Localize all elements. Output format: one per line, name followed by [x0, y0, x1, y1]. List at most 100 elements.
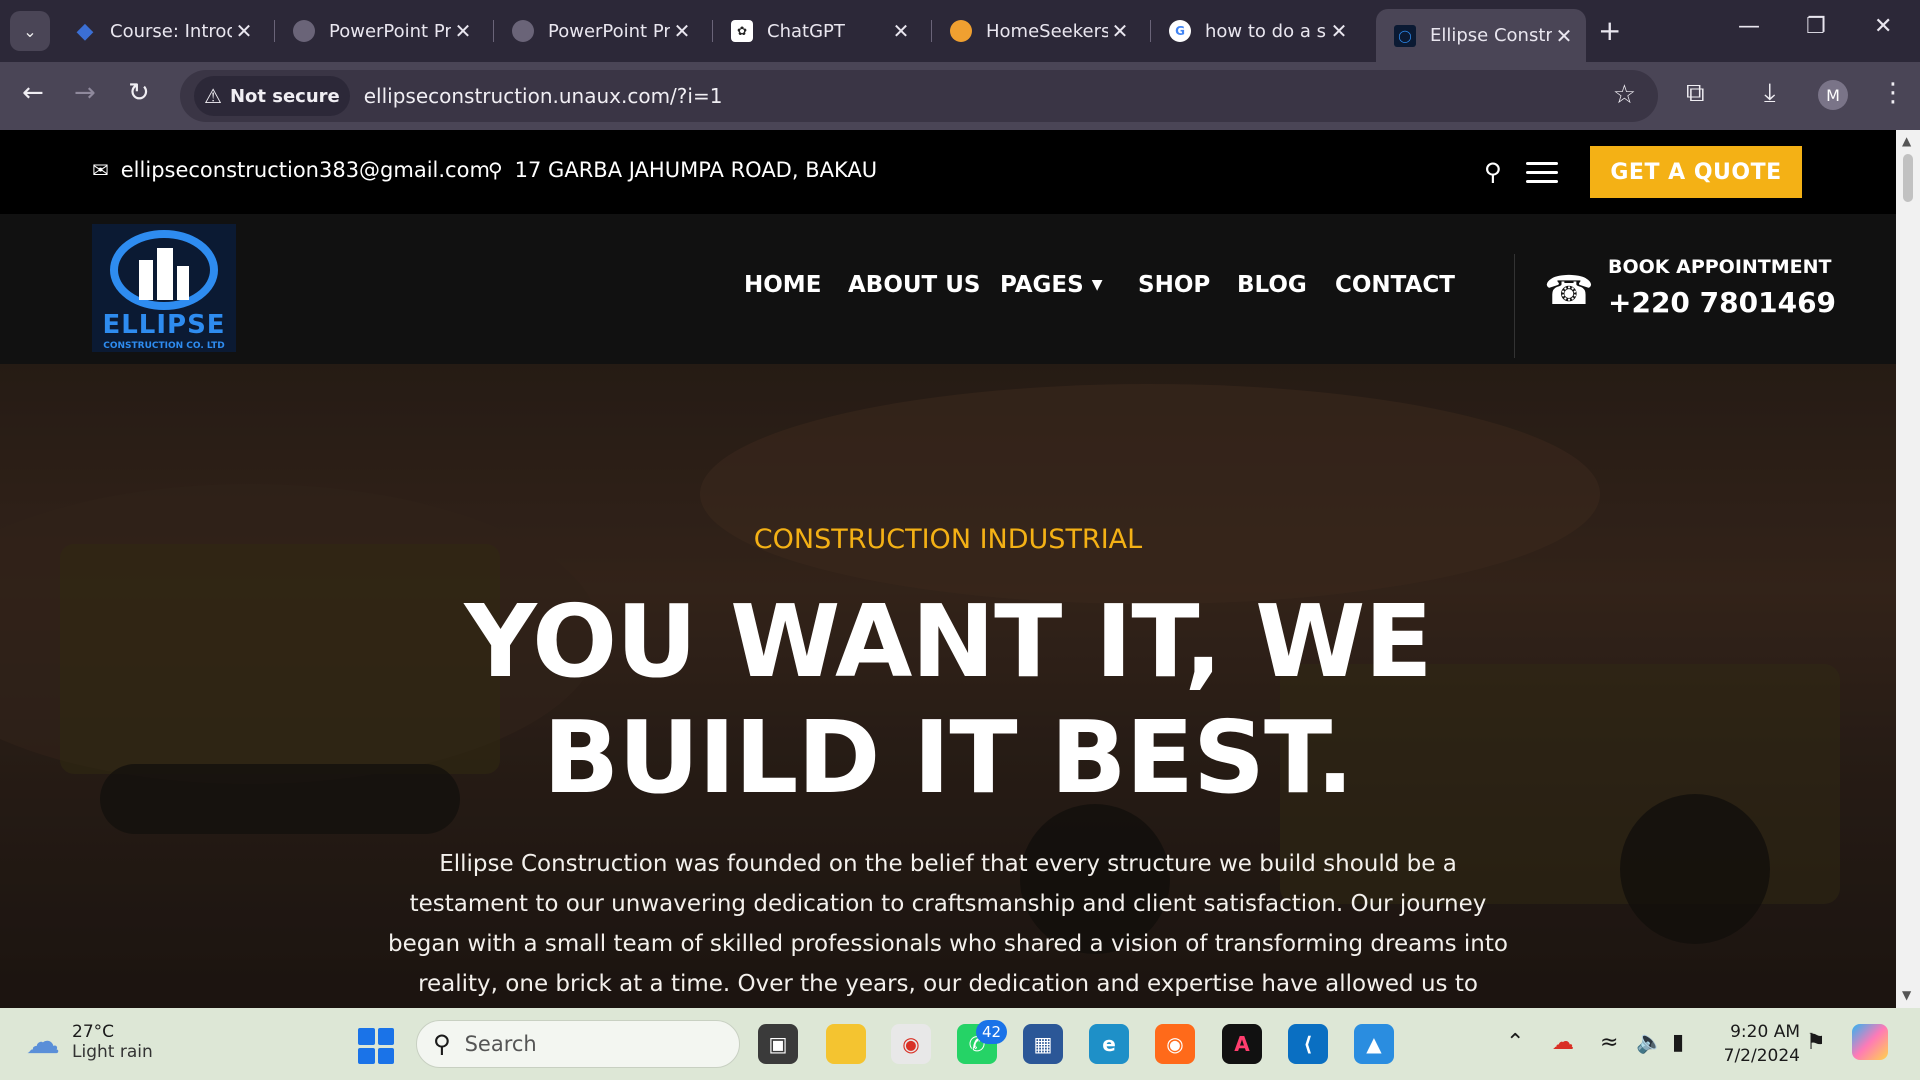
restore-icon[interactable]: ❐ — [1806, 14, 1826, 39]
nav-about-us[interactable]: ABOUT US — [848, 272, 981, 298]
hero-section: CONSTRUCTION INDUSTRIAL YOU WANT IT, WE … — [0, 364, 1896, 1008]
tab-homeseekers[interactable]: HomeSeekers ✕ — [932, 9, 1142, 53]
address-bar[interactable]: ⚠ Not secure ellipseconstruction.unaux.c… — [180, 70, 1658, 122]
profile-avatar[interactable]: M — [1818, 80, 1848, 110]
wifi-icon[interactable]: ≈ — [1600, 1030, 1618, 1055]
tab-ellipse-active[interactable]: ◯ Ellipse Constr ✕ — [1376, 9, 1586, 62]
extensions-icon[interactable]: ⧉ — [1686, 78, 1705, 109]
globe-icon — [512, 20, 534, 42]
nav-shop[interactable]: SHOP — [1138, 272, 1210, 298]
caret-down-icon: ▼ — [1091, 277, 1103, 293]
firefox-icon[interactable]: ◉ — [1155, 1024, 1195, 1064]
search-icon: ⚲ — [433, 1030, 451, 1058]
get-a-quote-button[interactable]: GET A QUOTE — [1590, 146, 1802, 198]
nav-divider — [1514, 254, 1515, 358]
chrome-icon[interactable]: ◉ — [891, 1024, 931, 1064]
forward-icon[interactable]: → — [74, 78, 96, 108]
tab-chatgpt[interactable]: ✿ ChatGPT ✕ — [713, 9, 923, 53]
bookmark-star-icon[interactable]: ☆ — [1613, 80, 1636, 110]
security-indicator[interactable]: ⚠ Not secure — [194, 76, 350, 116]
tab-title: Ellipse Constr — [1430, 25, 1552, 46]
tab-title: Course: Introd — [110, 20, 232, 42]
hero-headline-line2: BUILD IT BEST. — [543, 699, 1354, 816]
minimize-icon[interactable]: — — [1738, 14, 1760, 39]
url-text[interactable]: ellipseconstruction.unaux.com/?i=1 — [364, 84, 723, 108]
vscode-icon[interactable]: ⟨ — [1288, 1024, 1328, 1064]
tab-powerpoint-1[interactable]: PowerPoint Pr ✕ — [275, 9, 485, 53]
logo-name: ELLIPSE — [102, 310, 226, 340]
nav-blog[interactable]: BLOG — [1237, 272, 1307, 298]
tab-powerpoint-2[interactable]: PowerPoint Pr ✕ — [494, 9, 704, 53]
tab-title: PowerPoint Pr — [329, 20, 451, 42]
hero-paragraph: Ellipse Construction was founded on the … — [388, 851, 1508, 997]
weather-widget[interactable]: ☁ 27°C Light rain — [26, 1022, 153, 1062]
nav-contact[interactable]: CONTACT — [1335, 272, 1455, 298]
browser-tab-strip: ⌄ ◆ Course: Introd ✕ PowerPoint Pr ✕ Pow… — [0, 0, 1920, 62]
close-tab-icon[interactable]: ✕ — [889, 19, 913, 43]
chevron-down-icon: ⌄ — [23, 21, 37, 41]
main-navbar: ELLIPSE CONSTRUCTION CO. LTD HOME ABOUT … — [0, 214, 1896, 364]
tab-title: HomeSeekers — [986, 20, 1108, 42]
adobe-express-icon[interactable]: A — [1222, 1024, 1262, 1064]
close-tab-icon[interactable]: ✕ — [1552, 24, 1576, 48]
whatsapp-badge: 42 — [976, 1020, 1008, 1044]
system-clock[interactable]: 9:20 AM 7/2/2024 — [1716, 1020, 1800, 1068]
copilot-icon[interactable] — [1852, 1024, 1888, 1060]
chatgpt-icon: ✿ — [731, 20, 753, 42]
location-pin-icon: ⚲ — [488, 158, 503, 182]
page-scrollbar[interactable]: ▲ ▼ — [1896, 130, 1920, 1008]
phone-icon: ☎ — [1544, 268, 1594, 314]
close-tab-icon[interactable]: ✕ — [451, 19, 475, 43]
download-icon[interactable]: ⤓ — [1764, 78, 1776, 109]
diamond-icon: ◆ — [76, 18, 94, 44]
close-tab-icon[interactable]: ✕ — [1327, 19, 1351, 43]
tab-google-search[interactable]: G how to do a s ✕ — [1151, 9, 1361, 53]
close-window-icon[interactable]: ✕ — [1874, 14, 1892, 39]
hamburger-menu-icon[interactable] — [1526, 162, 1558, 189]
nav-home[interactable]: HOME — [744, 272, 821, 298]
not-secure-label: Not secure — [229, 85, 340, 107]
new-tab-icon[interactable]: + — [1598, 14, 1621, 47]
phone-number[interactable]: +220 7801469 — [1608, 286, 1836, 319]
close-tab-icon[interactable]: ✕ — [1108, 19, 1132, 43]
volume-icon[interactable]: 🔈 — [1636, 1030, 1663, 1055]
hero-headline: YOU WANT IT, WE BUILD IT BEST. — [0, 584, 1896, 816]
contact-email[interactable]: ✉ ellipseconstruction383@gmail.com — [92, 158, 490, 182]
scrollbar-thumb[interactable] — [1903, 154, 1913, 202]
nav-pages[interactable]: PAGES ▼ — [1000, 272, 1102, 298]
clock-date: 7/2/2024 — [1723, 1046, 1800, 1066]
windows-taskbar: ☁ 27°C Light rain ⚲ Search ▣ ◉ ✆ 42 ▦ e … — [0, 1008, 1920, 1080]
back-icon[interactable]: ← — [22, 78, 44, 108]
close-tab-icon[interactable]: ✕ — [670, 19, 694, 43]
notification-bell-icon[interactable]: ⚑ — [1806, 1030, 1826, 1055]
more-menu-icon[interactable]: ⋮ — [1880, 78, 1906, 108]
scroll-down-icon[interactable]: ▼ — [1902, 988, 1911, 1002]
file-explorer-icon[interactable] — [826, 1024, 866, 1064]
taskbar-search[interactable]: ⚲ Search — [416, 1020, 740, 1068]
search-label: Search — [464, 1032, 537, 1056]
task-view-icon[interactable]: ▣ — [758, 1024, 798, 1064]
email-text: ellipseconstruction383@gmail.com — [120, 158, 490, 182]
globe-icon — [293, 20, 315, 42]
homeseekers-icon — [950, 20, 972, 42]
ellipse-icon: ◯ — [1394, 24, 1416, 47]
battery-icon[interactable]: ▮ — [1672, 1030, 1684, 1055]
onedrive-error-icon[interactable]: ☁ — [1552, 1030, 1574, 1055]
site-logo[interactable]: ELLIPSE CONSTRUCTION CO. LTD — [92, 224, 236, 352]
rain-cloud-icon: ☁ — [26, 1022, 60, 1062]
search-icon[interactable]: ⚲ — [1484, 158, 1502, 186]
tab-search-button[interactable]: ⌄ — [10, 11, 50, 51]
warning-icon: ⚠ — [204, 84, 222, 108]
tab-course[interactable]: ◆ Course: Introd ✕ — [56, 9, 266, 53]
web-page: ✉ ellipseconstruction383@gmail.com ⚲ 17 … — [0, 130, 1896, 1008]
start-button[interactable] — [358, 1028, 394, 1064]
hero-kicker: CONSTRUCTION INDUSTRIAL — [753, 524, 1143, 555]
edge-icon[interactable]: e — [1089, 1024, 1129, 1064]
photos-icon[interactable]: ▲ — [1354, 1024, 1394, 1064]
close-tab-icon[interactable]: ✕ — [232, 19, 256, 43]
scroll-up-icon[interactable]: ▲ — [1902, 134, 1911, 148]
google-icon: G — [1169, 20, 1191, 42]
reload-icon[interactable]: ↻ — [128, 78, 150, 108]
microsoft-store-icon[interactable]: ▦ — [1023, 1024, 1063, 1064]
show-hidden-icons-icon[interactable]: ⌃ — [1506, 1030, 1524, 1055]
